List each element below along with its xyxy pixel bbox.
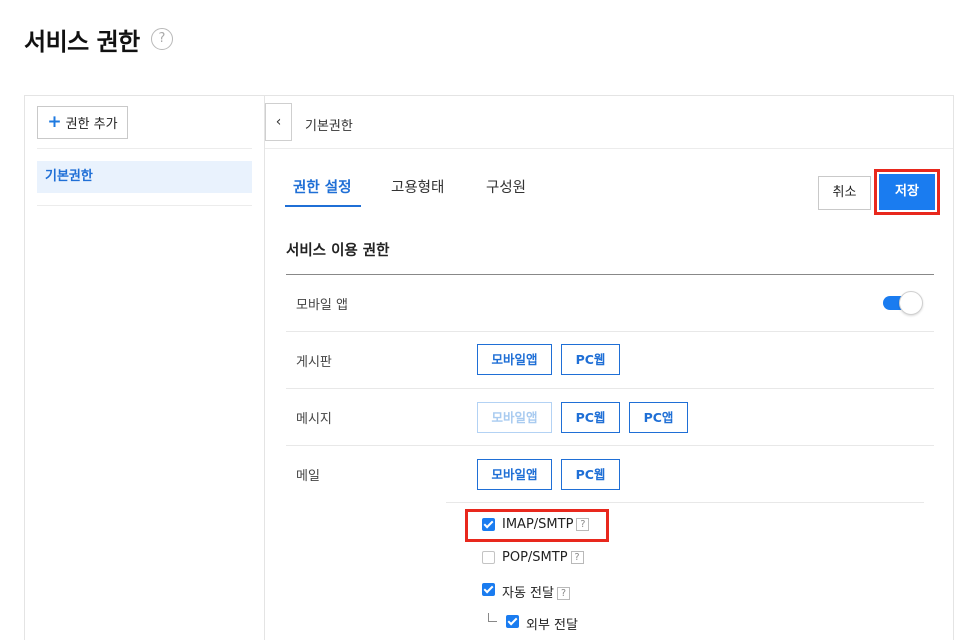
auto-forward-label: 자동 전달 [502, 586, 554, 601]
section-divider [286, 274, 934, 275]
role-detail: ‹ 기본권한 권한 설정 고용형태 구성원 취소 저장 서비스 이용 권한 모바… [265, 96, 953, 640]
active-tab-indicator [285, 205, 361, 207]
row-label-mail: 메일 [296, 469, 320, 484]
save-button-highlight [874, 169, 940, 215]
divider [37, 205, 252, 206]
plus-icon: + [47, 112, 62, 132]
divider [265, 148, 953, 149]
mobile-app-toggle[interactable] [883, 291, 923, 315]
messenger-pc-web-chip[interactable]: PC웹 [561, 402, 620, 433]
breadcrumb: 기본권한 [305, 119, 353, 134]
section-title: 서비스 이용 권한 [286, 243, 390, 259]
row-divider [446, 502, 924, 503]
role-list-sidebar: + 권한 추가 기본권한 [25, 96, 265, 640]
messenger-pc-app-chip[interactable]: PC앱 [629, 402, 688, 433]
add-role-button[interactable]: + 권한 추가 [37, 106, 128, 139]
add-role-label: 권한 추가 [65, 117, 118, 132]
help-icon[interactable]: ? [556, 587, 570, 600]
imap-smtp-highlight [465, 509, 609, 542]
chevron-left-icon: ‹ [275, 114, 282, 130]
row-label-board: 게시판 [296, 355, 332, 370]
help-icon[interactable]: ? [570, 551, 584, 564]
auto-forward-option: 자동 전달? [502, 582, 570, 601]
mail-mobile-app-chip[interactable]: 모바일앱 [477, 459, 552, 490]
auto-forward-checkbox[interactable] [482, 583, 495, 596]
tree-connector [488, 613, 497, 622]
collapse-sidebar-button[interactable]: ‹ [265, 103, 292, 141]
mail-pc-web-chip[interactable]: PC웹 [561, 459, 620, 490]
row-label-mobile-app: 모바일 앱 [296, 298, 348, 313]
pop-smtp-label: POP/SMTP [502, 550, 568, 565]
board-mobile-app-chip[interactable]: 모바일앱 [477, 344, 552, 375]
pop-smtp-option: POP/SMTP? [502, 550, 584, 565]
toggle-knob [899, 291, 923, 315]
row-divider [286, 388, 934, 389]
external-forward-label: 외부 전달 [526, 618, 578, 633]
row-divider [286, 331, 934, 332]
help-icon[interactable]: ? [151, 28, 173, 50]
pop-smtp-checkbox[interactable] [482, 551, 495, 564]
external-forward-checkbox[interactable] [506, 615, 519, 628]
board-pc-web-chip[interactable]: PC웹 [561, 344, 620, 375]
page-title: 서비스 권한 [24, 28, 140, 56]
row-divider [286, 445, 934, 446]
role-item-default[interactable]: 기본권한 [37, 161, 252, 193]
cancel-button[interactable]: 취소 [818, 176, 871, 210]
tab-employment-type[interactable]: 고용형태 [391, 176, 444, 197]
row-label-messenger: 메시지 [296, 412, 332, 427]
tab-permission-settings[interactable]: 권한 설정 [293, 176, 351, 197]
divider [37, 148, 252, 149]
tab-members[interactable]: 구성원 [486, 176, 526, 197]
messenger-mobile-app-chip[interactable]: 모바일앱 [477, 402, 552, 433]
permissions-panel: + 권한 추가 기본권한 ‹ 기본권한 권한 설정 고용형태 구성원 취소 저장… [24, 95, 954, 640]
